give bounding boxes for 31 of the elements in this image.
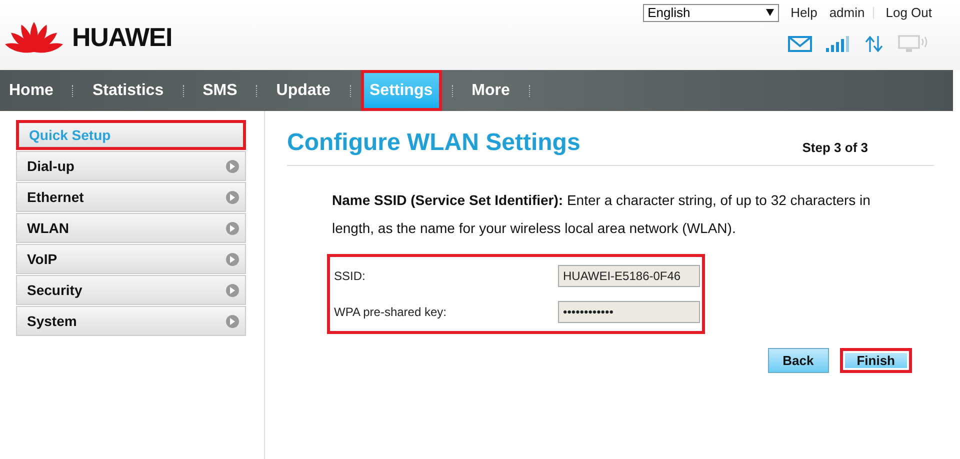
- step-indicator: Step 3 of 3: [802, 138, 868, 157]
- mail-icon: [788, 36, 812, 52]
- dropdown-icon: [766, 9, 774, 16]
- sidebar-item[interactable]: Ethernet: [16, 182, 246, 212]
- nav-tab[interactable]: Update: [267, 70, 340, 111]
- logo-icon: [4, 20, 64, 54]
- field-label: WPA pre-shared key:: [334, 304, 446, 321]
- field-label: SSID:: [334, 268, 366, 285]
- nav-tab[interactable]: Home: [0, 70, 62, 111]
- header-link[interactable]: Help: [790, 3, 818, 22]
- nav-tab[interactable]: SMS: [194, 70, 246, 111]
- action-button[interactable]: Finish: [840, 348, 912, 373]
- nav-tab[interactable]: Statistics: [83, 70, 173, 111]
- logo-text: HUAWEI: [72, 20, 172, 54]
- page-title: Configure WLAN Settings: [287, 128, 580, 158]
- nav-tab[interactable]: More: [462, 70, 519, 111]
- sidebar-item[interactable]: WLAN: [16, 213, 246, 243]
- header-link[interactable]: admin: [829, 3, 865, 22]
- signal-icon: [826, 36, 850, 52]
- language-select[interactable]: English: [642, 4, 779, 22]
- description-text: Name SSID (Service Set Identifier): Enter a character string, of up to 32 characters in length, as the name for your wireless local area network (WLAN).: [332, 191, 872, 238]
- header-link[interactable]: Log Out: [886, 3, 932, 22]
- sidebar-item[interactable]: VoIP: [16, 244, 246, 274]
- action-button[interactable]: Back: [768, 348, 829, 373]
- monitor-icon: [898, 34, 928, 52]
- sidebar-item[interactable]: Dial-up: [16, 151, 246, 181]
- data-transfer-icon: [864, 34, 884, 52]
- sidebar-item[interactable]: System: [16, 306, 246, 336]
- sidebar-item[interactable]: Security: [16, 275, 246, 305]
- input-field[interactable]: HUAWEI-E5186-0F46: [558, 265, 700, 287]
- input-field[interactable]: ••••••••••••: [558, 301, 700, 323]
